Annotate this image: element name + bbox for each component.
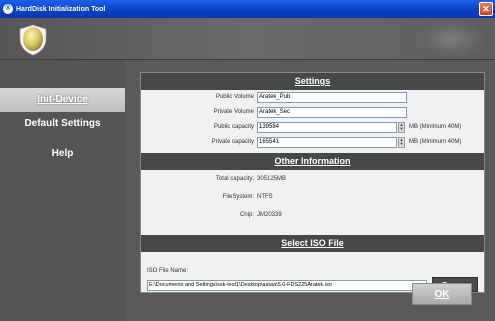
public-capacity-unit: MB (Minimum 40M) xyxy=(409,124,462,130)
app-header xyxy=(0,18,495,60)
select-iso-header: Select ISO File xyxy=(141,235,484,252)
app-icon: ® xyxy=(3,4,13,14)
settings-header: Settings xyxy=(141,73,484,90)
sidebar-item-label: Help xyxy=(51,148,74,159)
app-window: Init-Device Default Settings Help Settin… xyxy=(0,18,495,321)
sidebar-item-label: Init-Device xyxy=(37,94,88,105)
private-capacity-row: Private capacity 165541 ▲ ▼ MB (Minimum 4… xyxy=(141,136,484,150)
sidebar: Init-Device Default Settings Help xyxy=(0,60,125,321)
iso-path-input[interactable]: E:\Documents and Settings\ssk-test1\Desk… xyxy=(147,280,427,291)
private-capacity-unit: MB (Minimum 40M) xyxy=(409,139,462,145)
public-volume-input[interactable]: Aratek_Pub xyxy=(257,92,407,103)
sidebar-item-init-device[interactable]: Init-Device xyxy=(0,88,125,112)
iso-file-name-label: ISO File Name: xyxy=(147,268,189,274)
settings-panel: Settings Public Volume Aratek_Pub Privat… xyxy=(140,72,485,293)
public-volume-label: Public Volume xyxy=(215,94,254,100)
private-capacity-input[interactable]: 165541 xyxy=(257,137,397,148)
sidebar-item-label: Default Settings xyxy=(24,118,101,129)
filesystem-label: FileSystem: xyxy=(222,194,254,200)
filesystem-row: FileSystem: NTFS xyxy=(141,191,484,205)
private-capacity-label: Private capacity xyxy=(211,139,254,145)
public-capacity-label: Public capacity xyxy=(213,124,254,130)
sidebar-item-default-settings[interactable]: Default Settings xyxy=(0,112,125,136)
public-capacity-input[interactable]: 139584 xyxy=(257,122,397,133)
shield-logo-icon xyxy=(19,24,47,56)
total-capacity-row: Total capacity: 305125MB xyxy=(141,173,484,187)
chip-row: Chip: JM20339 xyxy=(141,209,484,223)
header-decoration xyxy=(417,20,487,58)
public-capacity-spinner[interactable]: ▲ ▼ xyxy=(398,122,405,133)
other-information-header: Other Information xyxy=(141,153,484,170)
private-capacity-spinner[interactable]: ▲ ▼ xyxy=(398,137,405,148)
total-capacity-label: Total capacity: xyxy=(215,176,254,182)
public-volume-row: Public Volume Aratek_Pub xyxy=(141,91,484,105)
close-button[interactable]: ✕ xyxy=(479,2,493,16)
total-capacity-value: 305125MB xyxy=(257,176,287,182)
public-capacity-row: Public capacity 139584 ▲ ▼ MB (Minimum 40… xyxy=(141,121,484,135)
chip-value: JM20339 xyxy=(257,212,282,218)
ok-button[interactable]: OK xyxy=(412,283,472,305)
window-title: HardDisk Initialization Tool xyxy=(16,5,106,13)
private-volume-label: Private Volume xyxy=(213,109,254,115)
filesystem-value: NTFS xyxy=(257,194,273,200)
chip-label: Chip: xyxy=(239,212,254,218)
title-bar: ® HardDisk Initialization Tool ✕ xyxy=(0,0,495,18)
private-volume-row: Private Volume Aratek_Sec xyxy=(141,106,484,120)
private-volume-input[interactable]: Aratek_Sec xyxy=(257,107,407,118)
sidebar-item-help[interactable]: Help xyxy=(0,142,125,166)
